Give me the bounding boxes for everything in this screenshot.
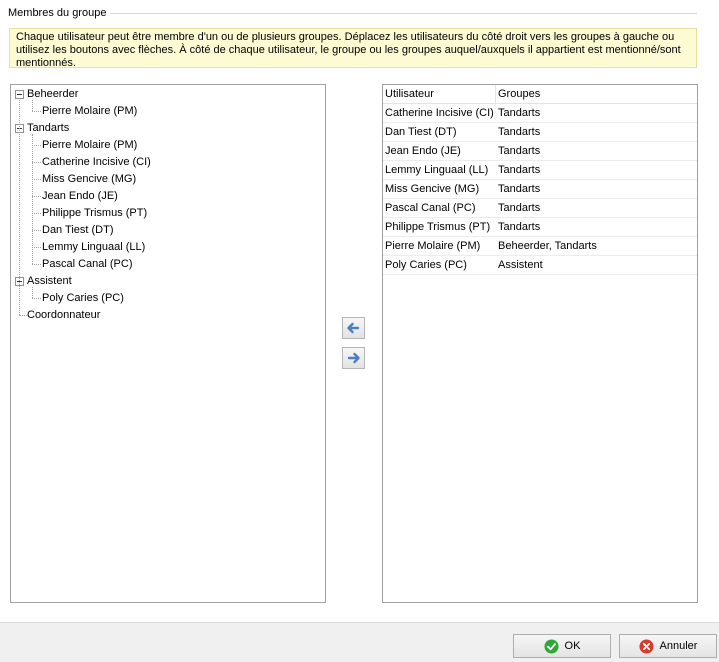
- cell-user: Pierre Molaire (PM): [385, 240, 481, 252]
- cell-groups: Tandarts: [498, 145, 541, 157]
- tree-group-label: Assistent: [27, 275, 72, 287]
- tree-connector: [32, 100, 33, 111]
- cell-groups: Tandarts: [498, 183, 541, 195]
- tree-member[interactable]: Pierre Molaire (PM): [11, 137, 325, 154]
- tree-group-label: Tandarts: [27, 122, 70, 134]
- group-divider: [110, 13, 697, 14]
- cell-groups: Assistent: [498, 259, 543, 271]
- cell-user: Catherine Incisive (CI): [385, 107, 494, 119]
- tree-member-label: Lemmy Linguaal (LL): [42, 241, 146, 253]
- tree-member[interactable]: Catherine Incisive (CI): [11, 154, 325, 171]
- cell-user: Dan Tiest (DT): [385, 126, 457, 138]
- tree-member-label: Philippe Trismus (PT): [42, 207, 148, 219]
- tree-member[interactable]: Pascal Canal (PC): [11, 256, 325, 273]
- cell-user: Miss Gencive (MG): [385, 183, 480, 195]
- group-title: Membres du groupe: [8, 7, 107, 19]
- arrow-left-icon: [347, 322, 360, 334]
- cell-user: Jean Endo (JE): [385, 145, 461, 157]
- tree-group-label: Beheerder: [27, 88, 79, 100]
- tree-group[interactable]: Beheerder: [11, 86, 325, 103]
- tree-connector: [32, 230, 41, 231]
- tree-member[interactable]: Dan Tiest (DT): [11, 222, 325, 239]
- cancel-icon: [639, 638, 654, 654]
- tree-group[interactable]: Assistent: [11, 273, 325, 290]
- table-row[interactable]: Pascal Canal (PC) Tandarts: [383, 199, 697, 218]
- tree-connector: [32, 179, 41, 180]
- cell-groups: Tandarts: [498, 107, 541, 119]
- tree-connector: [32, 264, 41, 265]
- column-header-groups[interactable]: Groupes: [496, 85, 696, 104]
- table-row[interactable]: Philippe Trismus (PT) Tandarts: [383, 218, 697, 237]
- move-right-button[interactable]: [342, 347, 365, 369]
- tree-member[interactable]: Pierre Molaire (PM): [11, 103, 325, 120]
- cell-groups: Tandarts: [498, 164, 541, 176]
- user-table[interactable]: Utilisateur Groupes Catherine Incisive (…: [382, 84, 698, 603]
- cell-groups: Tandarts: [498, 202, 541, 214]
- ok-label: OK: [564, 640, 581, 652]
- cell-user: Philippe Trismus (PT): [385, 221, 491, 233]
- tree-connector: [32, 162, 41, 163]
- tree-member-label: Dan Tiest (DT): [42, 224, 114, 236]
- tree-member-label: Pierre Molaire (PM): [42, 139, 138, 151]
- table-row[interactable]: Poly Caries (PC) Assistent: [383, 256, 697, 275]
- collapse-toggle-icon[interactable]: [15, 90, 24, 99]
- tree-connector: [32, 247, 41, 248]
- cancel-label: Annuler: [659, 640, 698, 652]
- table-row[interactable]: Miss Gencive (MG) Tandarts: [383, 180, 697, 199]
- tree-member-label: Pierre Molaire (PM): [42, 105, 138, 117]
- tree-member[interactable]: Jean Endo (JE): [11, 188, 325, 205]
- tree-member-label: Catherine Incisive (CI): [42, 156, 151, 168]
- tree-connector: [32, 134, 33, 264]
- cell-groups: Tandarts: [498, 221, 541, 233]
- tree-group[interactable]: Coordonnateur: [11, 307, 325, 324]
- tree-member-label: Poly Caries (PC): [42, 292, 124, 304]
- column-header-user[interactable]: Utilisateur: [383, 85, 496, 104]
- tree-member-label: Miss Gencive (MG): [42, 173, 137, 185]
- cell-user: Poly Caries (PC): [385, 259, 467, 271]
- cell-user: Lemmy Linguaal (LL): [385, 164, 489, 176]
- tree-member[interactable]: Poly Caries (PC): [11, 290, 325, 307]
- cell-groups: Beheerder, Tandarts: [498, 240, 597, 252]
- table-row[interactable]: Jean Endo (JE) Tandarts: [383, 142, 697, 161]
- tree-connector: [32, 196, 41, 197]
- arrow-right-icon: [347, 352, 360, 364]
- tree-connector: [32, 111, 41, 112]
- tree-connector: [32, 287, 33, 298]
- table-row[interactable]: Catherine Incisive (CI) Tandarts: [383, 104, 697, 123]
- tree-member[interactable]: Lemmy Linguaal (LL): [11, 239, 325, 256]
- group-tree[interactable]: Beheerder Pierre Molaire (PM) Tandarts Pier…: [10, 84, 326, 603]
- info-box: Chaque utilisateur peut être membre d'un…: [9, 28, 697, 68]
- tree-member[interactable]: Miss Gencive (MG): [11, 171, 325, 188]
- table-row[interactable]: Dan Tiest (DT) Tandarts: [383, 123, 697, 142]
- tree-connector: [32, 298, 41, 299]
- tree-connector: [19, 100, 20, 315]
- ok-button[interactable]: OK: [513, 634, 611, 658]
- tree-member[interactable]: Philippe Trismus (PT): [11, 205, 325, 222]
- dialog-footer: [0, 622, 719, 662]
- tree-member-label: Pascal Canal (PC): [42, 258, 133, 270]
- tree-connector: [19, 315, 27, 316]
- cell-groups: Tandarts: [498, 126, 541, 138]
- tree-group-label: Coordonnateur: [27, 309, 101, 321]
- table-row[interactable]: Lemmy Linguaal (LL) Tandarts: [383, 161, 697, 180]
- cell-user: Pascal Canal (PC): [385, 202, 476, 214]
- check-icon: [544, 638, 559, 654]
- cancel-button[interactable]: Annuler: [619, 634, 717, 658]
- tree-connector: [32, 213, 41, 214]
- move-left-button[interactable]: [342, 317, 365, 339]
- tree-group[interactable]: Tandarts: [11, 120, 325, 137]
- tree-connector: [32, 145, 41, 146]
- table-row[interactable]: Pierre Molaire (PM) Beheerder, Tandarts: [383, 237, 697, 256]
- tree-member-label: Jean Endo (JE): [42, 190, 118, 202]
- table-header: Utilisateur Groupes: [383, 85, 697, 104]
